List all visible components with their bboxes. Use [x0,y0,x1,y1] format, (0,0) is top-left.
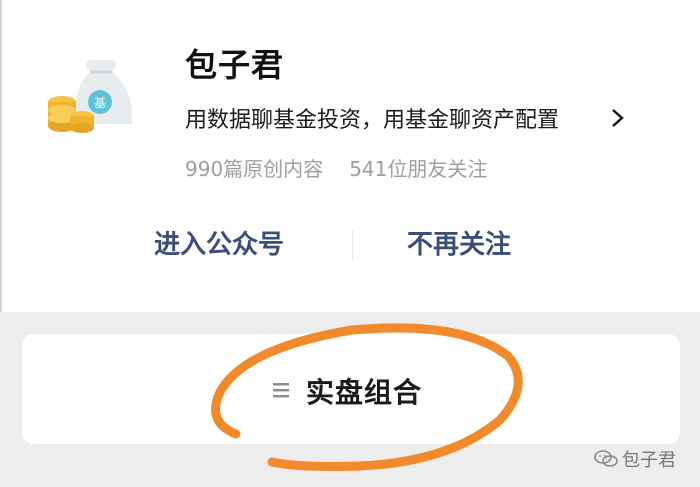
follower-count: 541位朋友关注 [349,157,488,181]
account-description[interactable]: 用数据聊基金投资，用基金聊资产配置 [185,102,559,134]
action-divider [352,230,353,260]
account-card: 基 包子君 用数据聊基金投资，用基金聊资产配置 990篇原创内容 541位朋友关注… [0,0,700,312]
money-bag-coins-icon: 基 [48,60,133,133]
watermark: 包子君 [594,446,676,472]
menu-item-label[interactable]: 实盘组合 [306,371,422,411]
account-name: 包子君 [185,46,285,84]
wechat-icon [594,450,618,467]
menu-lines-icon [273,383,289,398]
watermark-text: 包子君 [622,450,676,471]
svg-text:基: 基 [94,96,106,110]
enter-account-button[interactable]: 进入公众号 [154,224,284,261]
account-stats: 990篇原创内容 541位朋友关注 [185,153,487,182]
unfollow-button[interactable]: 不再关注 [407,224,511,261]
chevron-right-icon[interactable] [608,104,634,132]
original-count: 990篇原创内容 [185,157,324,181]
